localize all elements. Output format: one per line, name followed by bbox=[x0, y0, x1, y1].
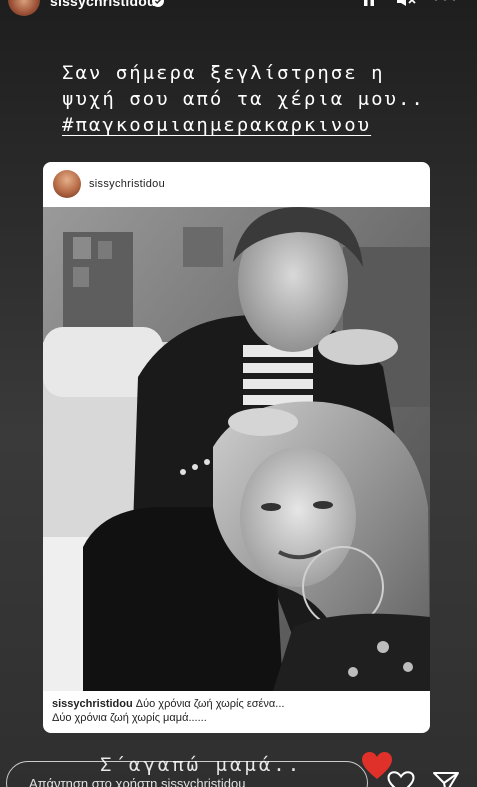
header-username[interactable]: sissychristidou bbox=[50, 0, 156, 8]
story-header: sissychristidou bbox=[0, 0, 477, 22]
caption-line-2: Δύο χρόνια ζωή χωρίς μαμά...... bbox=[52, 712, 207, 724]
verified-badge-icon bbox=[152, 0, 164, 7]
post-caption: sissychristidou Δύο χρόνια ζωή χωρίς εσέ… bbox=[52, 697, 422, 725]
caption-line-1: Σαν σήμερα ξεγλίστρησε η bbox=[62, 62, 385, 84]
story-background: sissychristidou Σαν σήμερα ξεγλίστρησε η… bbox=[0, 0, 477, 787]
shared-post-card[interactable]: sissychristidou sissychristidou Δύο χρόν… bbox=[43, 162, 430, 733]
reply-input[interactable] bbox=[6, 761, 368, 787]
avatar[interactable] bbox=[8, 0, 40, 16]
post-header: sissychristidou bbox=[43, 162, 430, 207]
post-avatar[interactable] bbox=[53, 170, 81, 198]
more-icon[interactable] bbox=[432, 0, 458, 4]
caption-line-2: ψυχή σου από τα χέρια μου.. bbox=[62, 88, 425, 110]
send-icon[interactable] bbox=[432, 771, 460, 787]
hashtag-link[interactable]: #παγκοσμιαημερακαρκινου bbox=[62, 112, 462, 138]
post-username[interactable]: sissychristidou bbox=[89, 178, 165, 190]
pause-icon[interactable] bbox=[361, 0, 377, 8]
caption-line-1: Δύο χρόνια ζωή χωρίς εσένα... bbox=[135, 698, 285, 710]
caption-username[interactable]: sissychristidou bbox=[52, 698, 133, 710]
story-caption: Σαν σήμερα ξεγλίστρησε η ψυχή σου από τα… bbox=[62, 60, 462, 138]
post-photo[interactable] bbox=[43, 207, 430, 691]
mute-icon[interactable] bbox=[396, 0, 416, 8]
bw-portrait-photo bbox=[43, 207, 430, 691]
like-heart-icon[interactable] bbox=[387, 771, 415, 787]
